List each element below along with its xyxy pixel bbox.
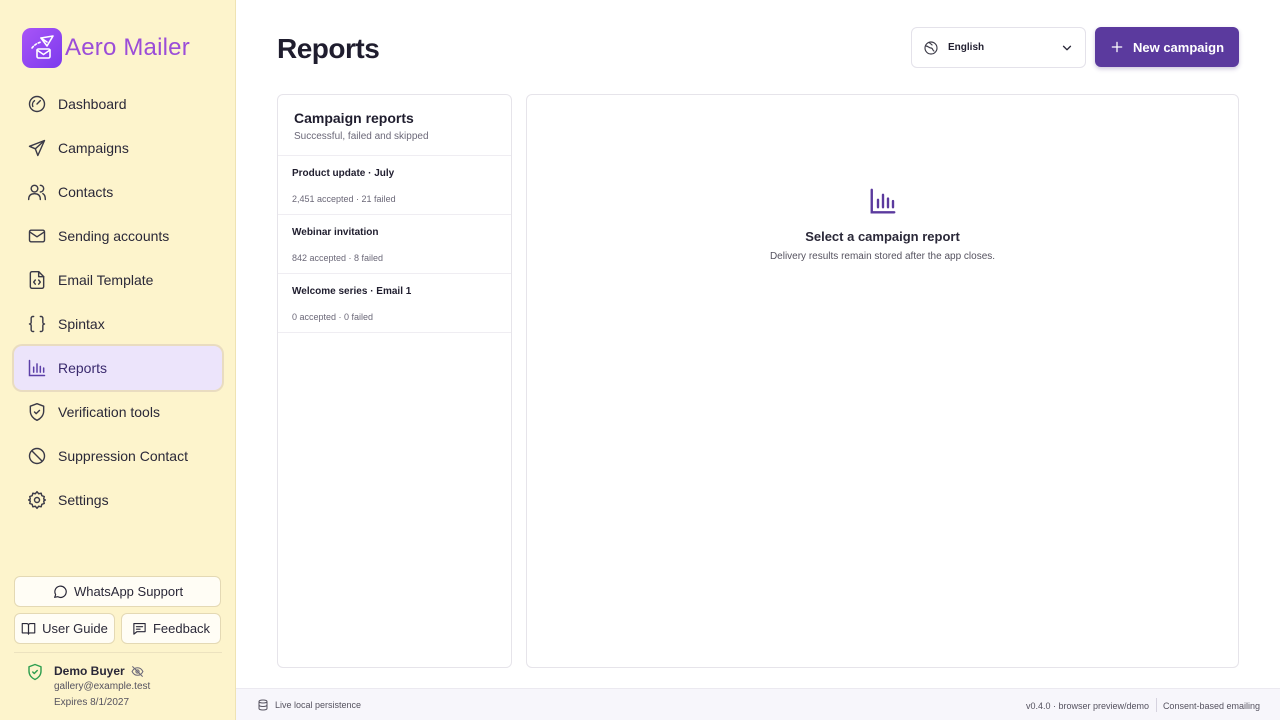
report-name: Product update · July: [292, 168, 395, 179]
campaign-reports-subtitle: Successful, failed and skipped: [294, 131, 429, 142]
nav-item-dashboard[interactable]: Dashboard: [14, 82, 222, 126]
dashboard-gauge-icon: [27, 94, 47, 114]
bar-chart-icon: [868, 186, 898, 216]
message-square-icon: [132, 621, 147, 636]
nav-item-email-template[interactable]: Email Template: [14, 258, 222, 302]
feedback-button[interactable]: Feedback: [121, 613, 221, 644]
empty-state-title: Select a campaign report: [805, 229, 960, 244]
report-meta: 0 accepted · 0 failed: [292, 312, 374, 322]
nav-item-settings[interactable]: Settings: [14, 478, 222, 522]
report-meta: 2,451 accepted · 21 failed: [292, 194, 396, 204]
verified-shield-icon: [26, 662, 44, 687]
user-name-row: Demo Buyer: [54, 664, 144, 678]
nav-label: Contacts: [58, 184, 114, 200]
nav-label: Verification tools: [58, 404, 160, 420]
nav-label: Dashboard: [58, 96, 127, 112]
version-label: v0.4.0 · browser preview/demo: [1025, 701, 1149, 711]
mail-icon: [27, 226, 47, 246]
nav-item-suppression-contact[interactable]: Suppression Contact: [14, 434, 222, 478]
nav-label: Suppression Contact: [58, 448, 188, 464]
nav-label: Reports: [58, 360, 108, 376]
sidebar-divider: [14, 652, 222, 653]
campaign-reports-panel: Campaign reports Successful, failed and …: [277, 94, 512, 668]
license-expiry: Expires 8/1/2027: [54, 697, 130, 708]
eye-off-icon[interactable]: [131, 665, 144, 678]
persistence-status: Live local persistence: [257, 699, 361, 711]
chevron-down-icon: [1060, 41, 1074, 55]
nav-label: Campaigns: [58, 140, 129, 156]
bar-chart-icon: [27, 358, 47, 378]
ban-icon: [27, 446, 47, 466]
main-nav: Dashboard Campaigns Contacts Sending acc…: [14, 82, 222, 522]
report-name: Webinar invitation: [292, 227, 379, 238]
report-meta: 842 accepted · 8 failed: [292, 253, 384, 263]
nav-label: Spintax: [58, 316, 105, 332]
feedback-label: Feedback: [152, 621, 211, 636]
report-list-item[interactable]: Welcome series · Email 1 0 accepted · 0 …: [278, 274, 511, 333]
users-icon: [27, 182, 47, 202]
user-email: gallery@example.test: [54, 681, 151, 692]
nav-label: Settings: [58, 492, 109, 508]
nav-item-reports[interactable]: Reports: [14, 346, 222, 390]
whatsapp-support-label: WhatsApp Support: [73, 584, 184, 599]
nav-item-spintax[interactable]: Spintax: [14, 302, 222, 346]
book-open-icon: [21, 621, 36, 636]
nav-item-contacts[interactable]: Contacts: [14, 170, 222, 214]
new-campaign-button[interactable]: New campaign: [1095, 27, 1239, 67]
consent-label: Consent-based emailing: [1162, 701, 1260, 711]
language-value: English: [948, 42, 985, 53]
chat-bubble-icon: [52, 584, 68, 600]
shield-check-icon: [27, 402, 47, 422]
brand-name: Aero Mailer: [65, 34, 190, 61]
report-list-item[interactable]: Webinar invitation 842 accepted · 8 fail…: [278, 215, 511, 274]
report-name: Welcome series · Email 1: [292, 286, 412, 297]
campaign-reports-title: Campaign reports: [294, 110, 414, 126]
database-icon: [257, 699, 269, 711]
report-list-item[interactable]: Product update · July 2,451 accepted · 2…: [278, 156, 511, 215]
user-name: Demo Buyer: [54, 664, 125, 678]
report-detail-panel: Select a campaign report Delivery result…: [526, 94, 1239, 668]
page-title: Reports: [277, 33, 380, 64]
globe-icon: [923, 40, 939, 56]
send-icon: [27, 138, 47, 158]
nav-label: Sending accounts: [58, 228, 170, 244]
brand[interactable]: Aero Mailer: [22, 28, 190, 68]
nav-label: Email Template: [58, 272, 154, 288]
status-footer: Live local persistence v0.4.0 · browser …: [236, 688, 1280, 720]
nav-item-campaigns[interactable]: Campaigns: [14, 126, 222, 170]
new-campaign-label: New campaign: [1132, 39, 1225, 55]
campaign-reports-header: Campaign reports Successful, failed and …: [278, 95, 511, 156]
file-code-icon: [27, 270, 47, 290]
braces-icon: [27, 314, 47, 334]
nav-item-verification-tools[interactable]: Verification tools: [14, 390, 222, 434]
language-select[interactable]: English: [911, 27, 1086, 68]
empty-state-subtitle: Delivery results remain stored after the…: [769, 251, 996, 262]
plus-icon: [1110, 40, 1124, 54]
footer-separator: [1156, 698, 1157, 712]
persistence-label: Live local persistence: [275, 700, 362, 710]
sidebar: Aero Mailer Dashboard Campaigns Contacts…: [0, 0, 236, 720]
app-logo-icon: [22, 28, 62, 68]
gear-icon: [27, 490, 47, 510]
whatsapp-support-button[interactable]: WhatsApp Support: [14, 576, 221, 607]
user-guide-button[interactable]: User Guide: [14, 613, 115, 644]
user-guide-label: User Guide: [42, 621, 108, 636]
nav-item-sending-accounts[interactable]: Sending accounts: [14, 214, 222, 258]
